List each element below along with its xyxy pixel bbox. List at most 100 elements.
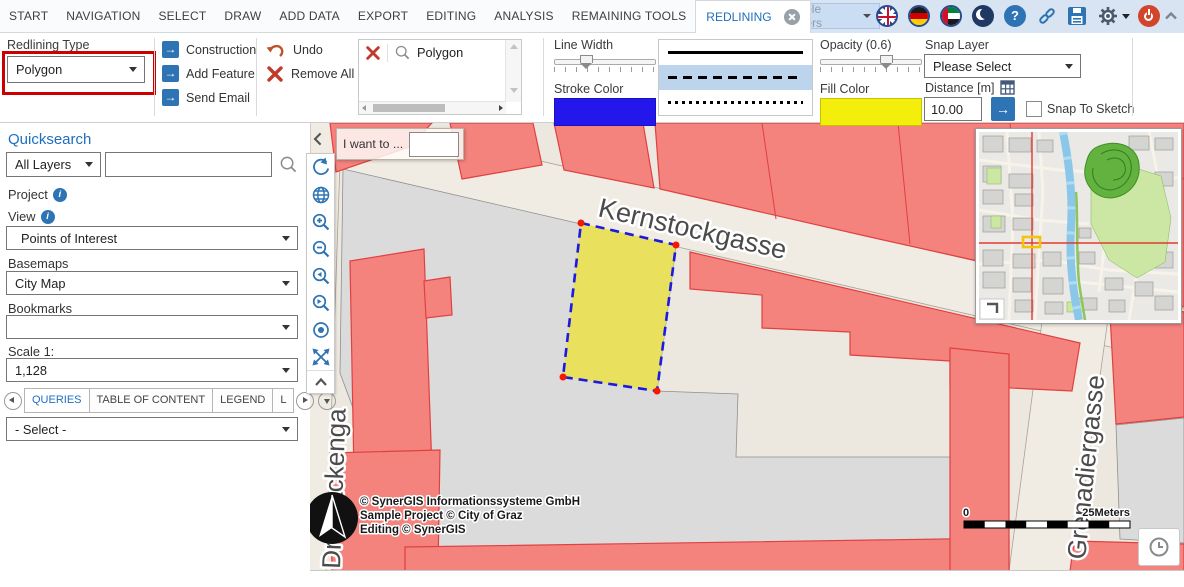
- search-scope-select[interactable]: All Layers: [6, 152, 101, 177]
- query-select[interactable]: - Select -: [6, 417, 298, 441]
- tab-table-of-content[interactable]: TABLE OF CONTENT: [90, 388, 214, 413]
- logout-power-icon[interactable]: [1138, 5, 1160, 27]
- previous-extent-button[interactable]: [307, 262, 334, 289]
- zoom-to-sketch-icon[interactable]: [394, 44, 411, 61]
- tab-remaining-tools[interactable]: REMAINING TOOLS: [563, 0, 696, 33]
- tabs-scroll-right-button[interactable]: [296, 392, 314, 410]
- distance-grid-icon[interactable]: [1000, 80, 1015, 95]
- line-width-slider-thumb[interactable]: [580, 55, 593, 63]
- save-icon[interactable]: [1066, 5, 1088, 27]
- gear-dropdown-caret-icon[interactable]: [1122, 14, 1130, 19]
- tab-queries[interactable]: QUERIES: [24, 388, 90, 413]
- share-link-icon[interactable]: [1036, 5, 1058, 27]
- full-extent-globe-button[interactable]: [307, 181, 334, 208]
- vertical-scrollbar[interactable]: [505, 40, 521, 102]
- info-icon[interactable]: i: [41, 210, 55, 224]
- tab-redlining-active[interactable]: REDLINING: [695, 0, 810, 33]
- full-screen-button[interactable]: [307, 343, 334, 370]
- refresh-map-button[interactable]: [307, 154, 334, 181]
- view-select[interactable]: Points of Interest: [6, 226, 298, 250]
- close-icon[interactable]: [784, 9, 800, 25]
- arrow-right-icon: →: [162, 89, 179, 106]
- distance-input[interactable]: [924, 97, 982, 121]
- settings-gear-icon[interactable]: [1096, 4, 1120, 28]
- redlining-type-select[interactable]: Polygon: [7, 56, 145, 83]
- undo-button[interactable]: Undo: [266, 41, 323, 59]
- quicksearch-title: Quicksearch: [8, 131, 91, 148]
- time-slider-button[interactable]: [1138, 528, 1180, 566]
- scroll-up-icon[interactable]: [510, 44, 518, 49]
- opacity-slider-thumb[interactable]: [880, 55, 893, 63]
- line-style-solid[interactable]: [659, 40, 812, 65]
- snap-layer-select[interactable]: Please Select: [924, 54, 1081, 78]
- snap-layer-label: Snap Layer: [925, 38, 989, 52]
- i-want-to-widget[interactable]: I want to ...: [336, 128, 464, 160]
- scroll-down-icon[interactable]: [510, 88, 518, 93]
- tab-legend[interactable]: LEGEND: [213, 388, 273, 413]
- scroll-right-icon[interactable]: [499, 105, 503, 111]
- zoom-out-button[interactable]: [307, 235, 334, 262]
- i-want-to-input[interactable]: [409, 132, 459, 157]
- opacity-slider[interactable]: [820, 59, 922, 72]
- delete-sketch-icon[interactable]: [365, 45, 381, 61]
- overview-map-canvas[interactable]: [979, 132, 1178, 320]
- tab-add-data[interactable]: ADD DATA: [270, 0, 349, 33]
- center-map-button[interactable]: [307, 316, 334, 343]
- tabs-scroll-left-button[interactable]: [4, 392, 22, 410]
- scale-bar-start: 0: [963, 507, 969, 519]
- sketch-list-item[interactable]: Polygon: [359, 40, 521, 65]
- tab-start[interactable]: START: [0, 0, 57, 33]
- map-viewport[interactable]: Kernstockgasse Grenadiergasse Dreihacken…: [310, 123, 1184, 570]
- overview-map[interactable]: [975, 128, 1182, 324]
- overview-collapse-button[interactable]: [980, 299, 1004, 319]
- send-email-button[interactable]: → Send Email: [162, 89, 250, 106]
- fill-color-swatch[interactable]: [820, 98, 922, 126]
- zoom-in-button[interactable]: [307, 208, 334, 235]
- quicksearch-input[interactable]: [105, 152, 272, 177]
- tabs-more-button[interactable]: [318, 392, 336, 410]
- tab-editing[interactable]: EDITING: [417, 0, 485, 33]
- scrollbar-thumb[interactable]: [373, 104, 445, 112]
- scroll-left-icon[interactable]: [362, 105, 366, 111]
- tab-select[interactable]: SELECT: [149, 0, 215, 33]
- search-icon[interactable]: [279, 155, 298, 174]
- collapse-sidebar-button[interactable]: [309, 129, 329, 149]
- toolbar-collapse-button[interactable]: [307, 370, 334, 393]
- next-extent-button[interactable]: [307, 289, 334, 316]
- line-width-slider[interactable]: [554, 59, 656, 72]
- remove-all-button[interactable]: Remove All: [266, 65, 354, 83]
- main-menu-tabs: START NAVIGATION SELECT DRAW ADD DATA EX…: [0, 0, 811, 33]
- basemaps-select[interactable]: City Map: [6, 271, 298, 295]
- line-style-dashed-selected[interactable]: [659, 65, 812, 90]
- chevron-down-icon: [282, 368, 290, 373]
- copyright-line-1: © SynerGIS Informationssysteme GmbH: [360, 496, 580, 508]
- remove-x-icon: [266, 65, 284, 83]
- add-feature-button[interactable]: → Add Feature: [162, 65, 255, 82]
- tab-navigation[interactable]: NAVIGATION: [57, 0, 149, 33]
- language-german-icon[interactable]: [908, 5, 930, 27]
- i-want-to-label: I want to ...: [343, 137, 403, 151]
- tab-analysis[interactable]: ANALYSIS: [485, 0, 562, 33]
- redline-polygon[interactable]: [563, 223, 676, 391]
- scale-select[interactable]: 1,128: [6, 358, 298, 382]
- copyright-line-3: Editing © SynerGIS: [360, 524, 466, 536]
- line-style-dotted[interactable]: [659, 90, 812, 115]
- stroke-color-swatch[interactable]: [554, 98, 656, 126]
- tab-export[interactable]: EXPORT: [349, 0, 417, 33]
- apply-distance-button[interactable]: →: [991, 97, 1015, 121]
- help-icon[interactable]: ?: [1004, 5, 1026, 27]
- construction-button[interactable]: → Construction: [162, 41, 256, 58]
- night-mode-icon[interactable]: [972, 5, 994, 27]
- collapse-ribbon-chevron-icon[interactable]: [1162, 7, 1180, 25]
- language-arabic-icon[interactable]: [940, 5, 962, 27]
- tab-redlining-label: REDLINING: [706, 1, 771, 33]
- tab-truncated[interactable]: L: [273, 388, 294, 413]
- project-label: Project: [8, 187, 48, 202]
- line-width-label: Line Width: [554, 38, 613, 52]
- info-icon[interactable]: i: [53, 188, 67, 202]
- bookmarks-select[interactable]: [6, 315, 298, 339]
- snap-to-sketch-checkbox[interactable]: [1026, 101, 1042, 117]
- tab-draw[interactable]: DRAW: [215, 0, 270, 33]
- horizontal-scrollbar[interactable]: [359, 101, 506, 114]
- language-english-icon[interactable]: [876, 5, 898, 27]
